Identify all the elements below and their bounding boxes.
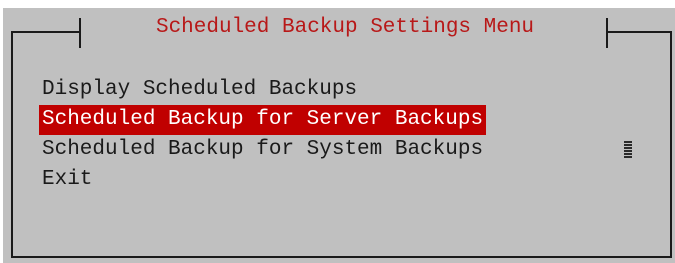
top-strip — [0, 0, 675, 8]
scroll-indicator-line — [624, 153, 632, 155]
scroll-indicator-line — [624, 147, 632, 149]
frame-top-border-right — [608, 31, 672, 33]
scroll-indicator-icon[interactable] — [624, 141, 632, 161]
menu-item-exit[interactable]: Exit — [39, 165, 486, 195]
title-divider-left — [79, 18, 81, 48]
frame-top-border-left — [11, 31, 81, 33]
scroll-indicator-line — [624, 141, 632, 143]
menu-item-system-backups[interactable]: Scheduled Backup for System Backups — [39, 135, 486, 165]
dialog-title: Scheduled Backup Settings Menu — [155, 16, 535, 39]
scroll-indicator-line — [624, 144, 632, 146]
title-divider-right — [606, 18, 608, 48]
menu-list: Display Scheduled Backups Scheduled Back… — [39, 75, 487, 195]
menu-item-server-backups[interactable]: Scheduled Backup for Server Backups — [39, 105, 487, 135]
scroll-indicator-line — [624, 150, 632, 152]
scroll-indicator-line — [624, 156, 632, 158]
menu-item-display-scheduled-backups[interactable]: Display Scheduled Backups — [39, 75, 486, 105]
scheduled-backup-dialog: Scheduled Backup Settings Menu Display S… — [3, 8, 675, 263]
